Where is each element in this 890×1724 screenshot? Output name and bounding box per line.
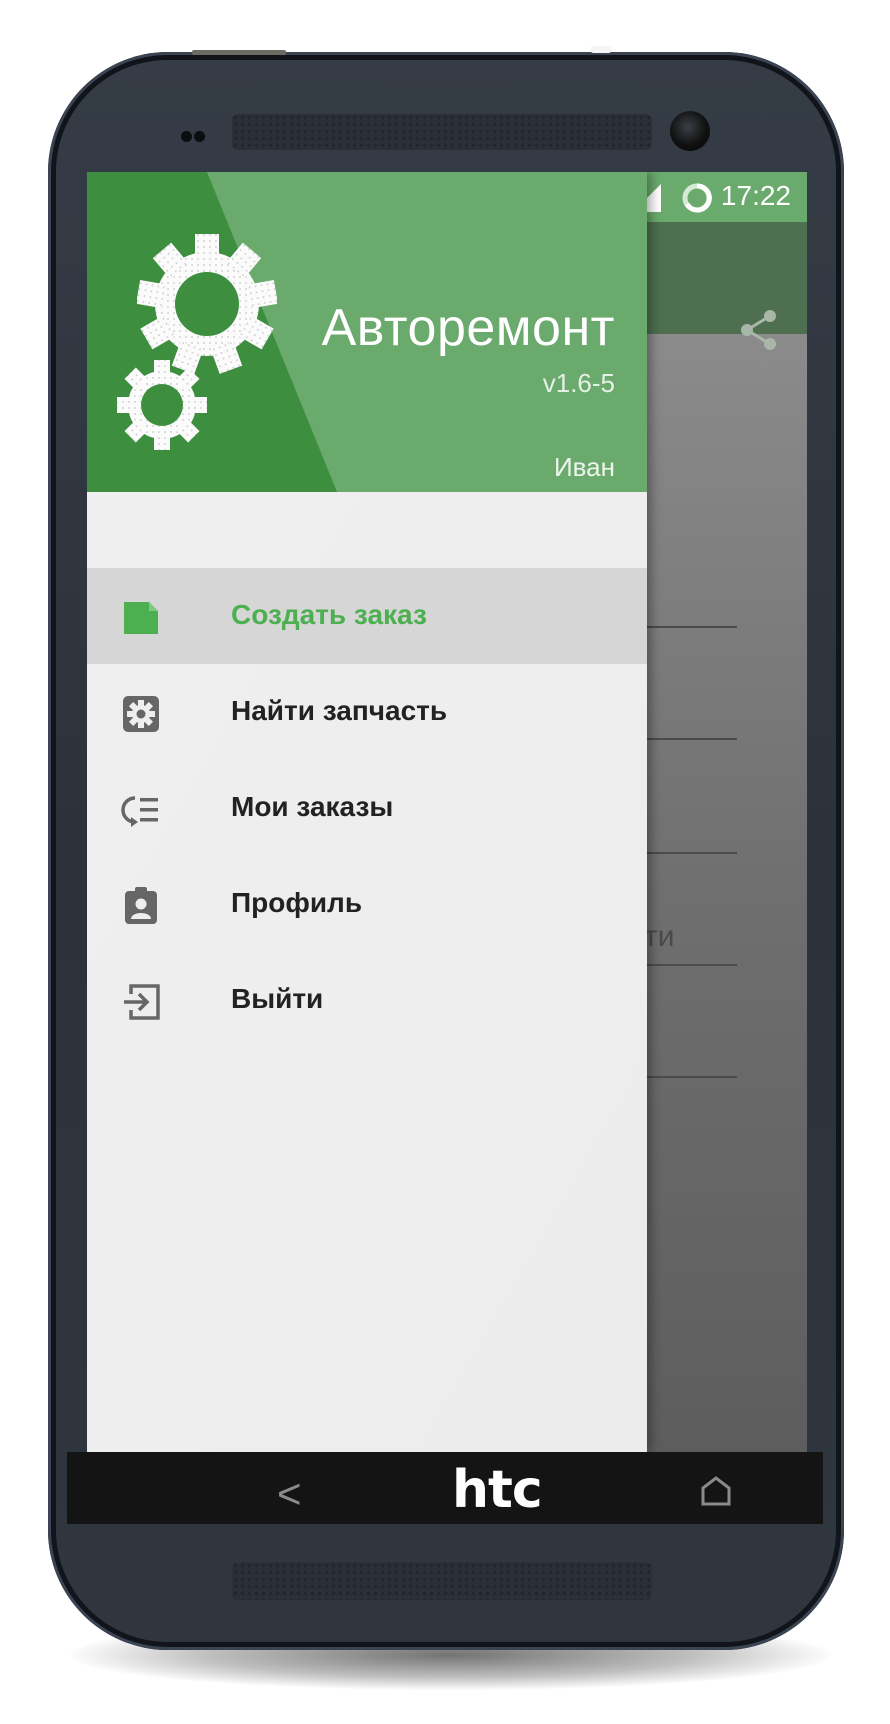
- screen: ти H+ 17:22: [87, 172, 807, 1452]
- menu-item-profile[interactable]: Профиль: [87, 856, 647, 952]
- menu-item-label: Профиль: [231, 887, 363, 918]
- light-sensor: [194, 131, 205, 142]
- menu-item-logout[interactable]: Выйти: [87, 952, 647, 1048]
- drawer-header: Авторемонт v1.6-5 Иван: [87, 172, 647, 492]
- menu-item-label: Создать заказ: [231, 599, 427, 630]
- logout-icon: [124, 984, 160, 1020]
- menu-item-find-part[interactable]: Найти запчасть: [87, 664, 647, 760]
- app-version: v1.6-5: [542, 368, 615, 398]
- form-divider: [647, 964, 737, 966]
- bottom-speaker-grille: [232, 1562, 652, 1600]
- proximity-sensor: [181, 131, 192, 142]
- form-divider: [647, 738, 737, 740]
- list-icon: [121, 796, 158, 827]
- gear-logo-large: [137, 234, 277, 374]
- brand-logo: htc: [452, 1460, 543, 1520]
- back-icon[interactable]: <: [277, 1470, 302, 1518]
- form-divider: [647, 626, 737, 628]
- badge-icon: [125, 887, 157, 924]
- top-speaker-grille: [232, 114, 652, 150]
- share-icon[interactable]: [737, 308, 781, 352]
- gear-icon: [123, 696, 159, 732]
- form-field-text: ти: [644, 920, 675, 953]
- form-divider: [647, 1076, 737, 1078]
- front-camera: [670, 111, 710, 151]
- document-icon: [124, 602, 158, 634]
- drawer-menu: Создать заказ Найти запчасть Мои заказы …: [87, 568, 647, 1048]
- status-time: 17:22: [720, 180, 791, 211]
- power-button: [192, 50, 286, 55]
- top-accent: [590, 46, 612, 53]
- menu-item-label: Мои заказы: [231, 791, 394, 822]
- form-divider: [647, 852, 737, 854]
- menu-item-create-order[interactable]: Создать заказ: [87, 568, 647, 664]
- menu-item-label: Найти запчасть: [231, 695, 448, 726]
- menu-item-my-orders[interactable]: Мои заказы: [87, 760, 647, 856]
- battery-icon: [682, 183, 712, 213]
- navigation-bar: < htc: [67, 1452, 823, 1524]
- navigation-drawer: Авторемонт v1.6-5 Иван Создать заказ Най…: [87, 172, 647, 1452]
- app-title: Авторемонт: [321, 299, 615, 357]
- user-name[interactable]: Иван: [554, 452, 615, 483]
- menu-item-label: Выйти: [231, 983, 324, 1014]
- gear-logo-small: [117, 360, 207, 450]
- home-icon[interactable]: [699, 1474, 733, 1508]
